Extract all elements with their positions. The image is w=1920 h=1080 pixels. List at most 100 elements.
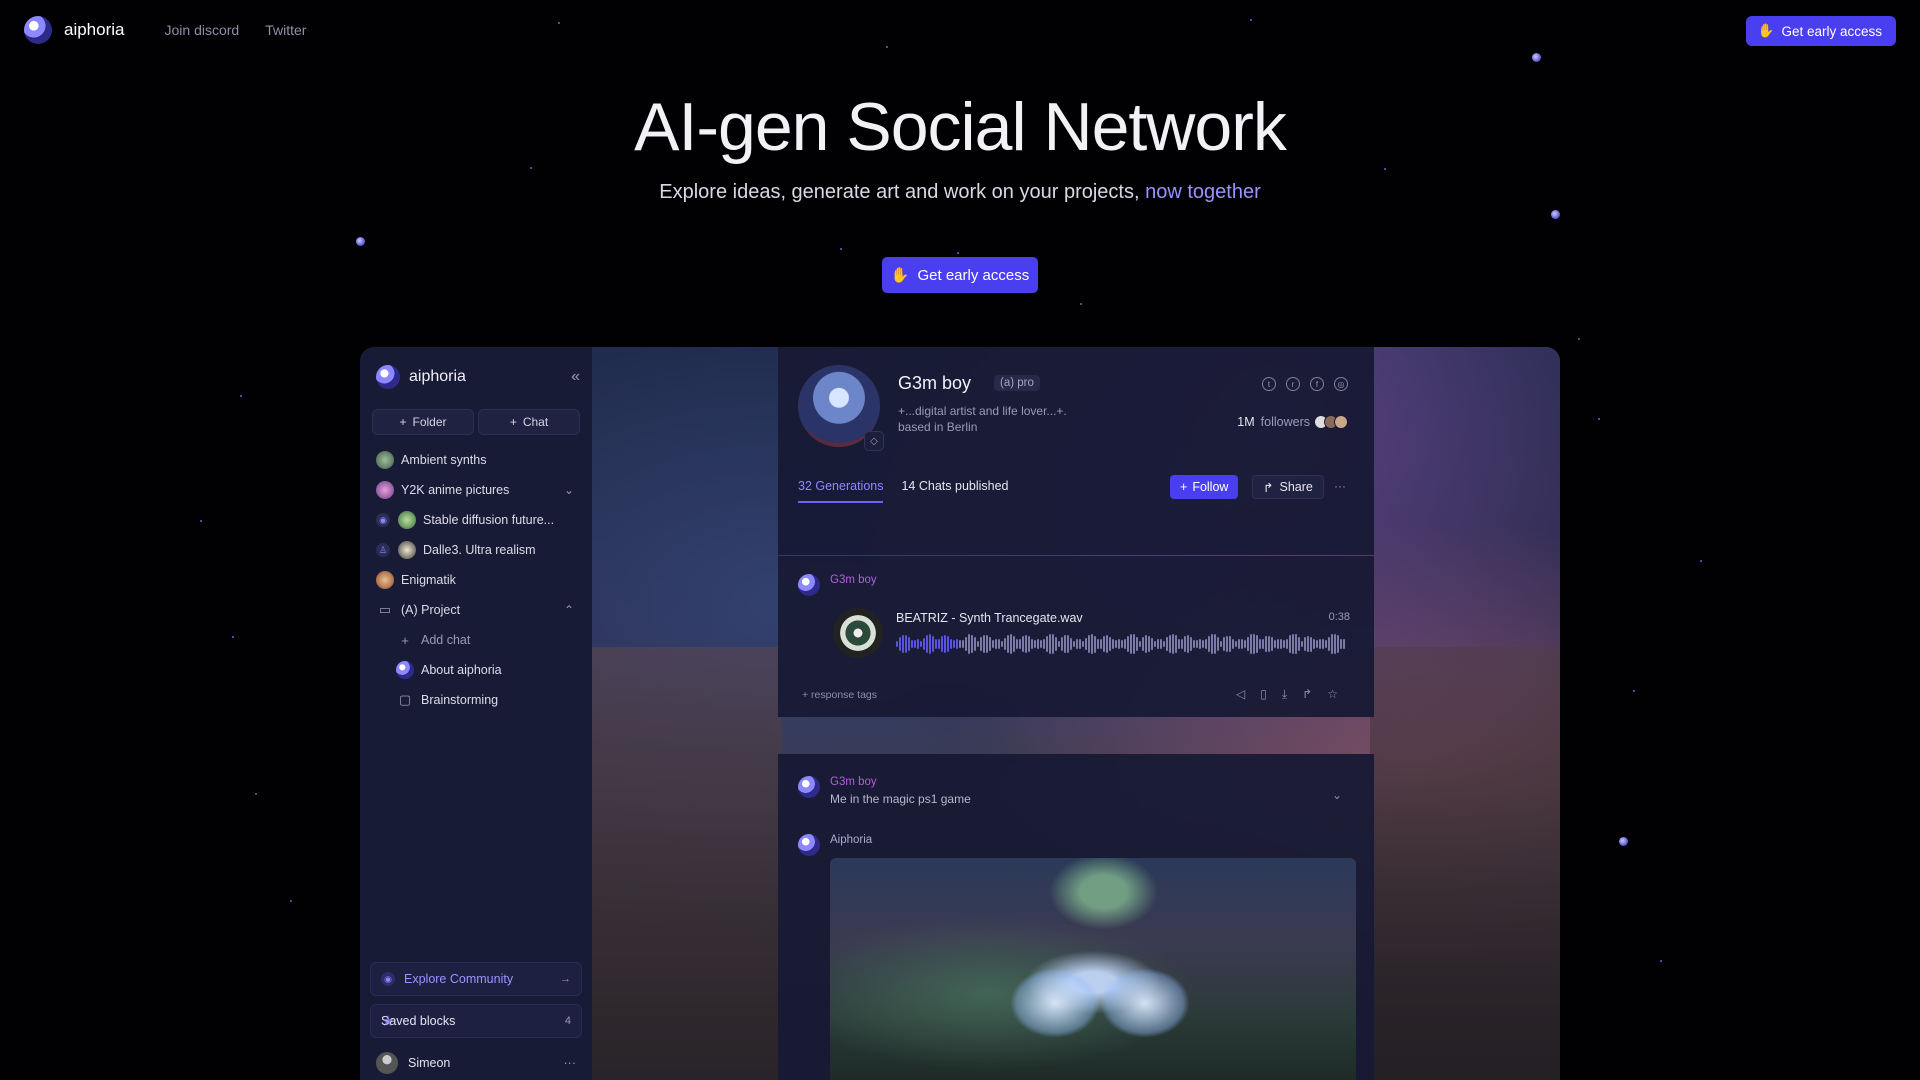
avatar <box>376 571 394 589</box>
reddit-icon[interactable]: r <box>1286 377 1300 391</box>
chevron-down-icon[interactable]: ⌄ <box>1332 788 1342 802</box>
image-post: G3m boy Me in the magic ps1 game ⌄ Aipho… <box>778 754 1374 1080</box>
download-icon[interactable]: ⤓ <box>1282 687 1287 702</box>
aiphoria-logo-icon[interactable] <box>24 16 52 44</box>
explore-community-button[interactable]: ◉ Explore Community → <box>370 962 582 996</box>
add-chat-item[interactable]: + Add chat <box>372 625 580 655</box>
waveform-bar <box>1058 640 1060 648</box>
waveform-bar <box>1271 637 1273 651</box>
sidebar-item-y2k-anime[interactable]: Y2K anime pictures ⌄ <box>372 475 580 505</box>
sidebar-item-about-aiphoria[interactable]: About aiphoria <box>372 655 580 685</box>
waveform-bar <box>1172 633 1174 655</box>
follower-avatars <box>1314 415 1348 429</box>
waveform-bar <box>1259 639 1261 649</box>
waveform-bar <box>1343 638 1345 650</box>
pro-badge: (a) pro <box>994 375 1040 391</box>
hero-early-access-button[interactable]: ✋ Get early access <box>882 257 1038 293</box>
waveform-bar <box>1025 634 1027 654</box>
waveform-bar <box>1247 636 1249 652</box>
waveform-bar <box>1115 639 1117 649</box>
response-tags-link[interactable]: + response tags <box>802 689 877 701</box>
avatar <box>798 574 820 596</box>
waveform-bar <box>1001 640 1003 647</box>
waveform-bar <box>1049 634 1051 654</box>
followers-count[interactable]: 1M followers <box>1237 415 1348 429</box>
waveform-bar <box>1163 640 1165 648</box>
trash-icon[interactable]: ▯ <box>1260 687 1267 702</box>
waveform-bar <box>1262 638 1264 650</box>
folder-icon: ▭ <box>378 602 392 617</box>
waveform-bar <box>1334 633 1336 655</box>
waveform-bar <box>1205 638 1207 650</box>
waveform-bar <box>1280 638 1282 650</box>
generated-image[interactable] <box>830 858 1356 1080</box>
instagram-icon[interactable]: ◎ <box>1334 377 1348 391</box>
sidebar-item-ambient-synths[interactable]: Ambient synths <box>372 445 580 475</box>
sidebar-brand: aiphoria <box>409 368 466 385</box>
waving-hand-icon: ✋ <box>890 267 910 284</box>
saved-blocks-button[interactable]: ★ Saved blocks 4 <box>370 1004 582 1038</box>
plus-icon: + <box>509 415 517 429</box>
post-author[interactable]: G3m boy <box>830 776 971 788</box>
chevron-up-icon[interactable]: ⌃ <box>564 603 574 617</box>
waveform-bar <box>1094 635 1096 653</box>
nav-early-access-button[interactable]: ✋ Get early access <box>1745 16 1896 46</box>
sidebar-item-enigmatik[interactable]: Enigmatik <box>372 565 580 595</box>
profile-tabs: 32 Generations 14 Chats published <box>798 479 1009 503</box>
sidebar-item-project[interactable]: ▭ (A) Project ⌃ <box>372 595 580 625</box>
new-chat-button[interactable]: + Chat <box>478 409 580 435</box>
new-folder-button[interactable]: + Folder <box>372 409 474 435</box>
waveform-bar <box>1175 635 1177 653</box>
audio-post: G3m boy BEATRIZ - Synth Trancegate.wav 0… <box>778 556 1374 717</box>
audio-waveform[interactable] <box>896 632 1352 656</box>
arrow-right-icon: → <box>560 973 571 985</box>
join-discord-link[interactable]: Join discord <box>165 22 240 38</box>
share-icon[interactable]: ↱ <box>1302 687 1312 702</box>
volume-icon[interactable]: ◁ <box>1236 687 1245 702</box>
tab-generations[interactable]: 32 Generations <box>798 479 884 503</box>
waveform-bar <box>983 634 985 654</box>
waveform-bar <box>1208 635 1210 653</box>
chevron-down-icon[interactable]: ⌄ <box>564 483 574 497</box>
waveform-bar <box>1160 639 1162 649</box>
waveform-bar <box>929 634 931 654</box>
waveform-bar <box>1079 639 1081 649</box>
facebook-icon[interactable]: f <box>1310 377 1324 391</box>
post-author[interactable]: G3m boy <box>830 574 877 586</box>
sidebar-item-brainstorming[interactable]: ▢ Brainstorming <box>372 685 580 715</box>
star-icon[interactable]: ☆ <box>1327 687 1338 702</box>
waveform-bar <box>1325 640 1327 648</box>
waveform-bar <box>1037 638 1039 650</box>
twitter-link[interactable]: Twitter <box>265 22 306 38</box>
track-artwork <box>833 608 883 658</box>
waveform-bar <box>1070 637 1072 651</box>
waveform-bar <box>1103 635 1105 653</box>
sidebar-item-dalle3[interactable]: ♙ Dalle3. Ultra realism <box>372 535 580 565</box>
more-icon[interactable]: ··· <box>1334 479 1346 493</box>
plus-icon: + <box>401 632 409 648</box>
waveform-bar <box>1127 635 1129 653</box>
tab-chats-published[interactable]: 14 Chats published <box>901 479 1008 503</box>
twitter-icon[interactable]: t <box>1262 377 1276 391</box>
collapse-sidebar-icon[interactable]: « <box>571 368 580 386</box>
waveform-bar <box>1211 633 1213 655</box>
share-button[interactable]: ↱ Share <box>1252 475 1324 499</box>
waveform-bar <box>1220 640 1222 648</box>
waveform-bar <box>1217 637 1219 651</box>
waveform-bar <box>1142 637 1144 651</box>
waveform-bar <box>986 635 988 653</box>
aiphoria-logo-icon <box>798 834 820 856</box>
globe-icon: ◉ <box>376 513 390 527</box>
more-icon[interactable]: ··· <box>564 1056 577 1070</box>
waveform-bar <box>1055 637 1057 651</box>
waving-hand-icon: ✋ <box>1757 23 1775 38</box>
waveform-bar <box>1124 639 1126 649</box>
waveform-bar <box>1277 639 1279 649</box>
sidebar-item-stable-diffusion[interactable]: ◉ Stable diffusion future... <box>372 505 580 535</box>
waveform-bar <box>899 637 901 651</box>
follow-button[interactable]: + Follow <box>1170 475 1239 499</box>
waveform-bar <box>1223 637 1225 651</box>
brand-name[interactable]: aiphoria <box>64 20 125 40</box>
hero-subtitle: Explore ideas, generate art and work on … <box>659 181 1261 203</box>
user-menu[interactable]: Simeon ··· <box>370 1046 582 1080</box>
